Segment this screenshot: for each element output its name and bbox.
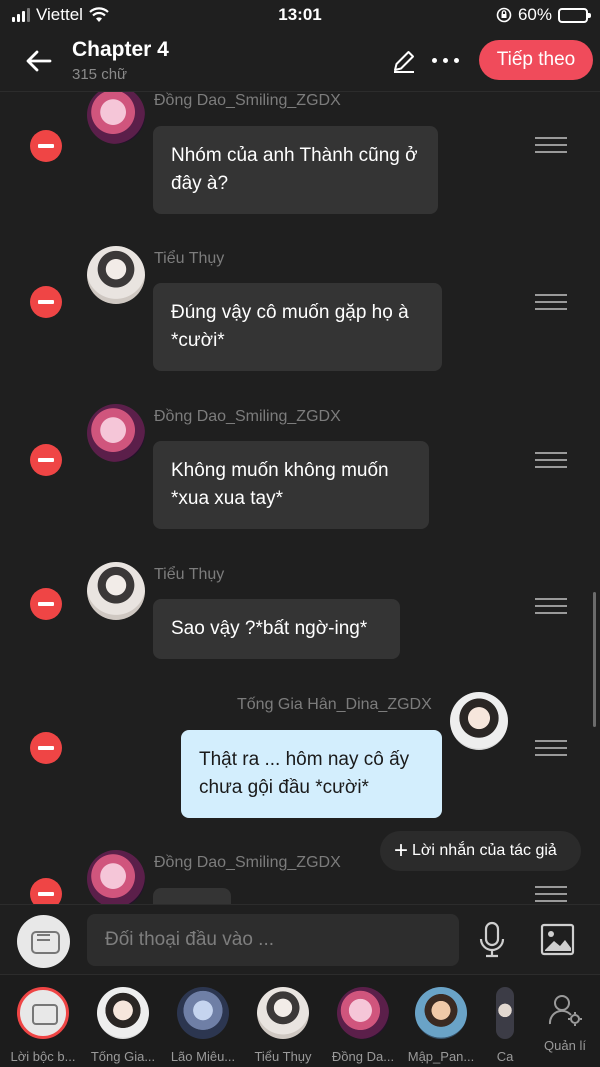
- avatar: [496, 987, 514, 1039]
- character-bar: Lời bộc b... Tống Gia... Lão Miêu... Tiể…: [0, 974, 600, 1067]
- author-note-label: Lời nhắn của tác giả: [412, 842, 557, 859]
- drag-handle-icon[interactable]: [535, 137, 567, 153]
- drag-handle-icon[interactable]: [535, 598, 567, 614]
- avatar: [97, 987, 149, 1039]
- dialogue-input[interactable]: Đối thoại đầu vào ...: [87, 914, 459, 966]
- sender-name: Tiểu Thụy: [154, 250, 225, 267]
- scrollbar[interactable]: [593, 592, 596, 727]
- message-row: Tiểu Thụy Đúng vậy cô muốn gặp họ à *cườ…: [0, 244, 600, 384]
- character-ca[interactable]: Ca: [466, 987, 544, 1064]
- avatar: [257, 987, 309, 1039]
- delete-message-icon[interactable]: [30, 588, 62, 620]
- message-bubble[interactable]: Không muốn không muốn *xua xua tay*: [153, 441, 429, 529]
- message-row: Đồng Dao_Smiling_ZGDX Không muốn không m…: [0, 402, 600, 542]
- word-count: 315 chữ: [72, 66, 128, 83]
- chapter-header: Chapter 4 315 chữ Tiếp theo: [0, 30, 600, 92]
- character-lao-mieu[interactable]: Lão Miêu...: [163, 987, 243, 1064]
- author-note-button[interactable]: + Lời nhắn của tác giả: [380, 831, 581, 871]
- input-bar: Đối thoại đầu vào ...: [0, 904, 600, 974]
- page-title: Chapter 4: [72, 38, 169, 61]
- status-right: 60%: [496, 5, 591, 25]
- delete-message-icon[interactable]: [30, 732, 62, 764]
- drag-handle-icon[interactable]: [535, 294, 567, 310]
- sender-name: Đồng Dao_Smiling_ZGDX: [154, 854, 341, 871]
- message-bubble[interactable]: Nhóm của anh Thành cũng ở đây à?: [153, 126, 438, 214]
- boy-avatar[interactable]: [87, 562, 145, 620]
- boy-avatar[interactable]: [87, 246, 145, 304]
- next-chapter-button[interactable]: Tiếp theo: [479, 40, 593, 80]
- character-label: Tiểu Thụy: [254, 1049, 312, 1064]
- delete-message-icon[interactable]: [30, 878, 62, 904]
- delete-message-icon[interactable]: [30, 286, 62, 318]
- character-tieu-thuy[interactable]: Tiểu Thụy: [243, 987, 323, 1064]
- sender-name: Tống Gia Hân_Dina_ZGDX: [237, 696, 432, 713]
- drag-handle-icon[interactable]: [535, 452, 567, 468]
- rotation-lock-icon: [496, 7, 512, 23]
- drag-handle-icon[interactable]: [535, 886, 567, 902]
- drag-handle-icon[interactable]: [535, 740, 567, 756]
- battery-icon: [558, 7, 591, 23]
- manage-characters-button[interactable]: Quản lí: [535, 993, 595, 1053]
- message-row: Tiểu Thụy Sao vậy ?*bất ngờ-ing*: [0, 560, 600, 670]
- character-narration[interactable]: Lời bộc b...: [3, 987, 83, 1064]
- manage-characters-icon: [548, 995, 582, 1026]
- speech-type-button[interactable]: [17, 915, 70, 968]
- sender-name: Đồng Dao_Smiling_ZGDX: [154, 92, 341, 109]
- sender-name: Tiểu Thụy: [154, 566, 225, 583]
- avatar: [177, 987, 229, 1039]
- pink-hair-avatar[interactable]: [87, 92, 145, 144]
- message-bubble[interactable]: [153, 888, 231, 904]
- avatar: [337, 987, 389, 1039]
- message-bubble[interactable]: Sao vậy ?*bất ngờ-ing*: [153, 599, 400, 659]
- character-tong-gia[interactable]: Tống Gia...: [83, 987, 163, 1064]
- message-bubble[interactable]: Đúng vậy cô muốn gặp họ à *cười*: [153, 283, 442, 371]
- image-icon[interactable]: [540, 922, 575, 957]
- delete-message-icon[interactable]: [30, 444, 62, 476]
- delete-message-icon[interactable]: [30, 130, 62, 162]
- microphone-icon[interactable]: [477, 920, 507, 960]
- battery-percent: 60%: [517, 5, 552, 24]
- pencil-icon[interactable]: [390, 47, 418, 75]
- pink-hair-avatar[interactable]: [87, 850, 145, 904]
- sender-name: Đồng Dao_Smiling_ZGDX: [154, 408, 341, 425]
- manage-label: Quản lí: [544, 1038, 586, 1053]
- character-label: Tống Gia...: [90, 1049, 156, 1064]
- character-dong-dao[interactable]: Đồng Da...: [323, 987, 403, 1064]
- back-arrow-icon[interactable]: [22, 44, 56, 78]
- character-label: Ca: [496, 1049, 514, 1064]
- character-label: Lão Miêu...: [170, 1049, 236, 1064]
- plus-icon: +: [394, 837, 409, 864]
- character-label: Đồng Da...: [331, 1049, 395, 1064]
- my-message-bubble[interactable]: Thật ra ... hôm nay cô ấy chưa gội đầu *…: [181, 730, 442, 818]
- character-label: Lời bộc b...: [10, 1049, 76, 1064]
- dialogue-list: Đồng Dao_Smiling_ZGDX Nhóm của anh Thành…: [0, 92, 600, 904]
- avatar: [415, 987, 467, 1039]
- narration-icon: [17, 987, 69, 1039]
- message-row: Tống Gia Hân_Dina_ZGDX Thật ra ... hôm n…: [0, 690, 600, 830]
- status-bar: Viettel 13:01 60%: [0, 0, 600, 30]
- more-options-icon[interactable]: [432, 58, 459, 63]
- girl-avatar[interactable]: [450, 692, 508, 750]
- message-row: Đồng Dao_Smiling_ZGDX Nhóm của anh Thành…: [0, 92, 600, 232]
- pink-hair-avatar[interactable]: [87, 404, 145, 462]
